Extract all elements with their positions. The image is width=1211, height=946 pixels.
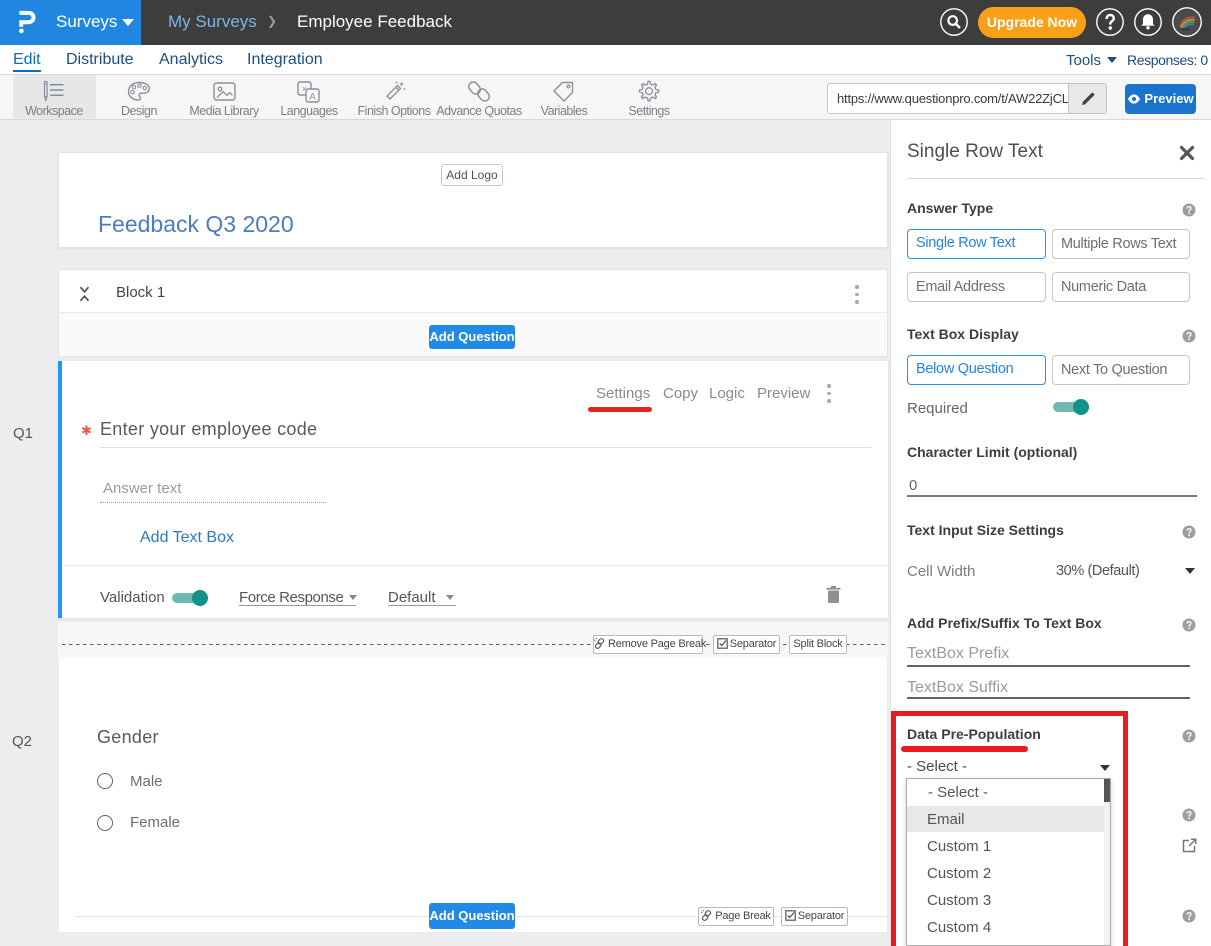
svg-text:A: A [309,91,316,102]
